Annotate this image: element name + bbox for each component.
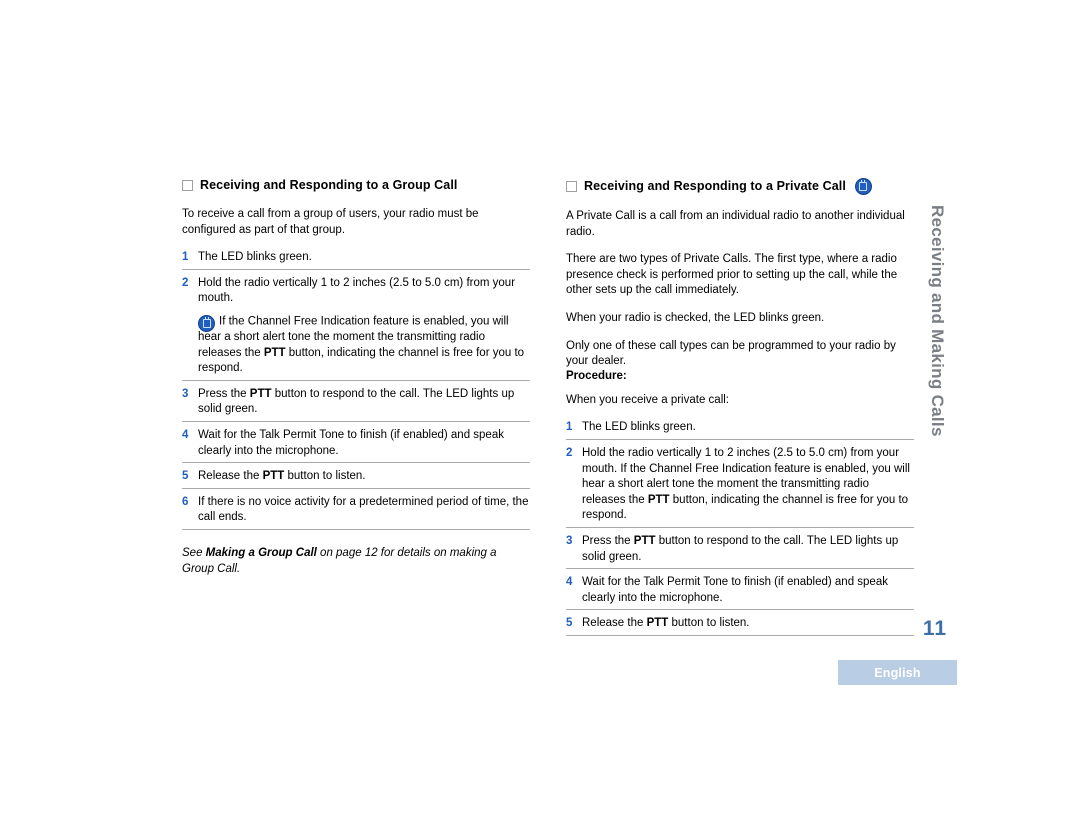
body-paragraph: Only one of these call types can be prog… xyxy=(566,339,896,368)
body-paragraph: A Private Call is a call from an individ… xyxy=(566,210,905,238)
step-number: 3 xyxy=(566,534,573,547)
left-section-heading-text: Receiving and Responding to a Group Call xyxy=(200,178,458,192)
emphasis-text: PTT xyxy=(647,493,670,506)
numbered-step: 3 Press the PTT button to respond to the … xyxy=(182,387,530,423)
procedure-intro: When you receive a private call: xyxy=(566,393,729,406)
numbered-step: 4 Wait for the Talk Permit Tone to finish… xyxy=(566,575,914,611)
step-text: Wait for the Talk Permit Tone to finish … xyxy=(198,428,530,459)
right-section-heading: Receiving and Responding to a Private Ca… xyxy=(566,178,914,195)
body-text: Release the xyxy=(582,617,647,630)
radio-note-icon xyxy=(854,178,872,195)
step-number: 5 xyxy=(182,470,189,483)
step-text: The LED blinks green. xyxy=(198,250,530,266)
language-badge: English xyxy=(838,660,957,685)
body-text: The LED blinks green. xyxy=(198,251,312,264)
language-badge-label: English xyxy=(874,665,921,680)
numbered-step: 1 The LED blinks green. xyxy=(182,250,530,270)
step-text: Hold the radio vertically 1 to 2 inches … xyxy=(582,446,914,524)
right-steps-list: 1 The LED blinks green. 2 Hold the radio ve… xyxy=(566,420,914,636)
body-text: Wait for the Talk Permit Tone to finish … xyxy=(582,576,888,604)
body-text: Release the xyxy=(198,470,263,483)
right-column: Receiving and Responding to a Private Ca… xyxy=(566,178,914,642)
square-bullet-icon xyxy=(182,180,193,191)
numbered-step: 2 Hold the radio vertically 1 to 2 inches… xyxy=(182,276,530,381)
emphasis-text: PTT xyxy=(646,617,669,630)
body-text: The LED blinks green. xyxy=(582,421,696,434)
numbered-step: 5 Release the PTT button to listen. xyxy=(566,616,914,636)
body-text: Press the xyxy=(198,387,250,400)
step-note: If the Channel Free Indication feature i… xyxy=(198,313,530,377)
step-number: 2 xyxy=(566,446,573,459)
document-page: Receiving and Responding to a Group Call… xyxy=(0,0,1080,834)
emphasis-text: PTT xyxy=(633,534,656,547)
emphasis-text: PTT xyxy=(263,346,286,359)
emphasis-text: PTT xyxy=(262,470,285,483)
body-paragraph: There are two types of Private Calls. Th… xyxy=(566,253,898,297)
step-number: 1 xyxy=(566,421,573,434)
step-text: Press the PTT button to respond to the c… xyxy=(198,387,530,418)
step-text: Press the PTT button to respond to the c… xyxy=(582,534,914,565)
step-text: The LED blinks green. xyxy=(582,420,914,436)
left-intro-paragraph: To receive a call from a group of users,… xyxy=(182,208,479,236)
body-text: button to listen. xyxy=(668,617,750,630)
step-text: Wait for the Talk Permit Tone to finish … xyxy=(582,575,914,606)
right-section-heading-text: Receiving and Responding to a Private Ca… xyxy=(584,179,846,193)
numbered-step: 2 Hold the radio vertically 1 to 2 inches… xyxy=(566,446,914,528)
step-number: 2 xyxy=(182,276,189,289)
step-number: 4 xyxy=(182,429,189,442)
step-text: Release the PTT button to listen. xyxy=(198,469,530,485)
numbered-step: 5 Release the PTT button to listen. xyxy=(182,469,530,489)
side-tab: Receiving and Making Calls xyxy=(905,205,965,495)
square-bullet-icon xyxy=(566,181,577,192)
right-paragraphs: A Private Call is a call from an individ… xyxy=(566,209,914,370)
numbered-step: 1 The LED blinks green. xyxy=(566,420,914,440)
step-number: 4 xyxy=(566,576,573,589)
step-text: Release the PTT button to listen. xyxy=(582,616,914,632)
step-number: 1 xyxy=(182,251,189,264)
step-text: Hold the radio vertically 1 to 2 inches … xyxy=(198,276,530,377)
step-text: If there is no voice activity for a pred… xyxy=(198,495,530,526)
body-text: Press the xyxy=(582,534,634,547)
emphasis-text: Making a Group Call xyxy=(205,547,317,560)
left-steps-list: 1 The LED blinks green. 2 Hold the radio ve… xyxy=(182,250,530,531)
left-section-heading: Receiving and Responding to a Group Call xyxy=(182,178,530,193)
page-number: 11 xyxy=(922,617,948,640)
step-number: 5 xyxy=(566,617,573,630)
body-text: If there is no voice activity for a pred… xyxy=(198,495,529,524)
body-paragraph: When your radio is checked, the LED blin… xyxy=(566,311,825,324)
body-text: Wait for the Talk Permit Tone to finish … xyxy=(198,429,504,457)
numbered-step: 3 Press the PTT button to respond to the … xyxy=(566,534,914,570)
body-text: Hold the radio vertically 1 to 2 inches … xyxy=(198,276,516,305)
procedure-label: Procedure: xyxy=(566,369,627,382)
numbered-step: 4 Wait for the Talk Permit Tone to finish… xyxy=(182,428,530,464)
step-number: 6 xyxy=(182,495,189,508)
numbered-step: 6 If there is no voice activity for a pre… xyxy=(182,495,530,531)
side-tab-label: Receiving and Making Calls xyxy=(928,205,947,437)
body-text: See xyxy=(182,547,206,560)
body-text: button to listen. xyxy=(284,470,366,483)
step-number: 3 xyxy=(182,387,189,400)
radio-note-icon xyxy=(198,314,215,332)
left-see-also: See Making a Group Call on page 12 for d… xyxy=(182,546,530,577)
emphasis-text: PTT xyxy=(249,387,272,400)
left-column: Receiving and Responding to a Group Call… xyxy=(182,178,530,577)
